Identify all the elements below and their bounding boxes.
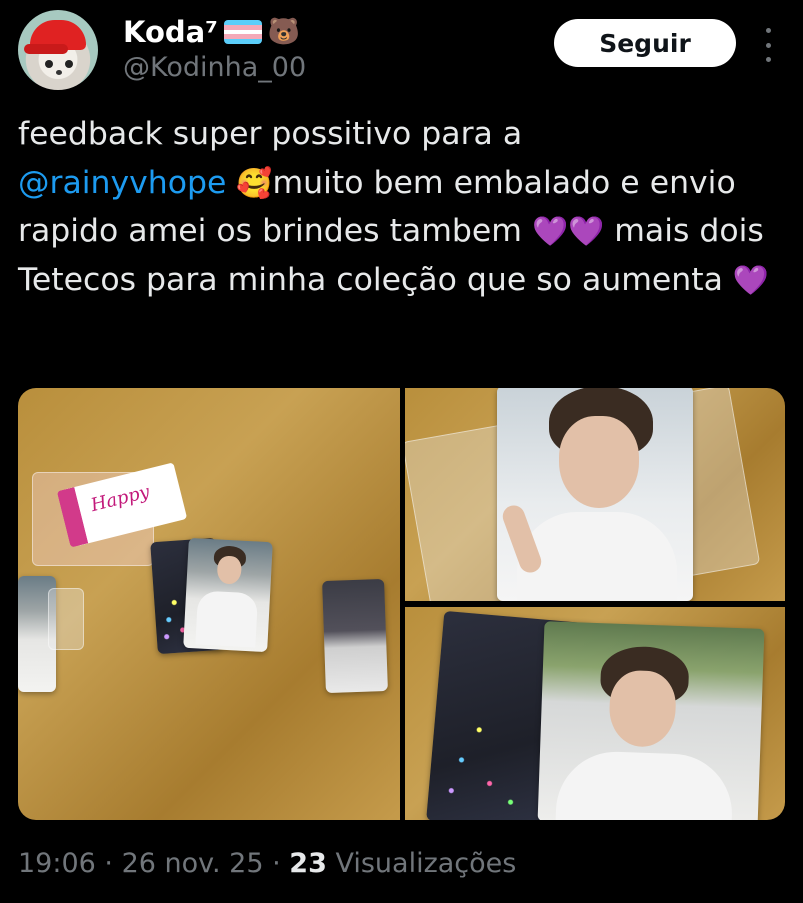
views-label[interactable]: Visualizações: [335, 848, 516, 879]
purple-heart-icon: 💜: [732, 262, 770, 297]
photocard-dark: [322, 578, 388, 694]
tweet-time[interactable]: 19:06: [18, 848, 96, 879]
author-handle[interactable]: @Kodinha_00: [123, 52, 306, 83]
avatar[interactable]: [18, 10, 98, 90]
photocard: [183, 537, 273, 653]
tweet-photo[interactable]: [405, 388, 785, 601]
tweet-text-part: feedback super possitivo para a: [18, 116, 523, 152]
mention-link[interactable]: @rainyvhope: [18, 165, 226, 201]
more-vertical-icon[interactable]: [758, 28, 778, 62]
author-name-row[interactable]: Koda⁷ 🐻: [123, 14, 300, 50]
media-grid: Happy: [18, 388, 785, 820]
views-count[interactable]: 23: [289, 848, 327, 879]
bear-icon: 🐻: [267, 17, 301, 47]
author-display-name[interactable]: Koda⁷: [123, 15, 218, 49]
avatar-eye: [45, 60, 53, 68]
tweet-text: feedback super possitivo para a @rainyvh…: [18, 110, 788, 304]
follow-button[interactable]: Seguir: [554, 19, 736, 67]
tweet-photo[interactable]: [405, 607, 785, 820]
card-sleeve: [48, 588, 84, 650]
tweet-meta: 19:06 · 26 nov. 25 · 23 Visualizações: [18, 848, 517, 879]
transgender-flag-icon: [223, 20, 262, 44]
avatar-nose: [56, 70, 62, 75]
tweet-date[interactable]: 26 nov. 25: [122, 848, 264, 879]
avatar-hat-brim: [24, 44, 68, 54]
happy-card-text: Happy: [88, 481, 152, 517]
tweet-photo[interactable]: Happy: [18, 388, 400, 820]
avatar-eye: [65, 60, 73, 68]
photocard: [497, 388, 693, 601]
purple-heart-icon: 💜💜: [532, 214, 605, 248]
photocard: [537, 621, 765, 820]
smiling-face-with-hearts-icon: 🥰: [236, 165, 273, 200]
